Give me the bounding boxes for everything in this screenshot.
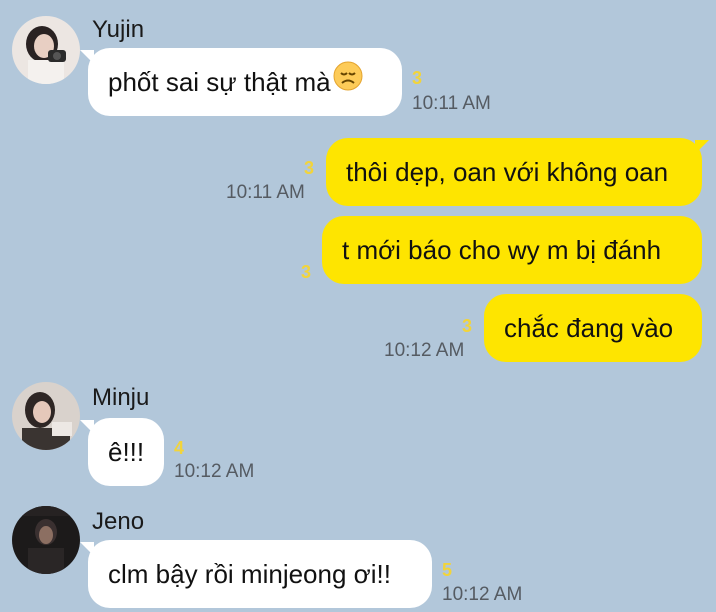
message-text: thôi dẹp, oan với không oan bbox=[346, 157, 669, 187]
message-bubble[interactable]: chắc đang vào bbox=[484, 294, 702, 362]
message-timestamp: 10:11 AM bbox=[226, 182, 305, 203]
message-bubble[interactable]: phốt sai sự thật mà bbox=[88, 48, 402, 116]
message-bubble[interactable]: t mới báo cho wy m bị đánh bbox=[322, 216, 702, 284]
message-text: t mới báo cho wy m bị đánh bbox=[342, 235, 662, 265]
sender-name: Minju bbox=[92, 384, 150, 411]
yujin-avatar[interactable] bbox=[12, 16, 80, 84]
message-text: ê!!! bbox=[108, 437, 145, 467]
message-bubble[interactable]: clm bậy rồi minjeong ơi!! bbox=[88, 540, 432, 608]
disappointed-face-icon bbox=[333, 48, 363, 116]
minju-avatar[interactable] bbox=[12, 382, 80, 450]
message-timestamp: 10:12 AM bbox=[442, 584, 523, 605]
message-text: phốt sai sự thật mà bbox=[108, 67, 331, 97]
message-bubble[interactable]: thôi dẹp, oan với không oan bbox=[326, 138, 702, 206]
unread-count: 3 bbox=[301, 262, 312, 282]
unread-count: 3 bbox=[412, 68, 423, 88]
sender-name: Jeno bbox=[92, 508, 145, 535]
unread-count: 3 bbox=[304, 158, 315, 178]
jeno-avatar[interactable] bbox=[12, 506, 80, 574]
message-timestamp: 10:12 AM bbox=[384, 340, 465, 361]
bubble-tail bbox=[695, 140, 709, 154]
message-timestamp: 10:11 AM bbox=[412, 93, 491, 114]
message-timestamp: 10:12 AM bbox=[174, 461, 255, 482]
message-bubble[interactable]: ê!!! bbox=[88, 418, 164, 486]
message-text: chắc đang vào bbox=[504, 313, 674, 343]
sender-name: Yujin bbox=[92, 16, 145, 43]
unread-count: 3 bbox=[462, 316, 473, 336]
message-text: clm bậy rồi minjeong ơi!! bbox=[108, 559, 391, 589]
unread-count: 4 bbox=[174, 438, 185, 458]
unread-count: 5 bbox=[442, 560, 453, 580]
